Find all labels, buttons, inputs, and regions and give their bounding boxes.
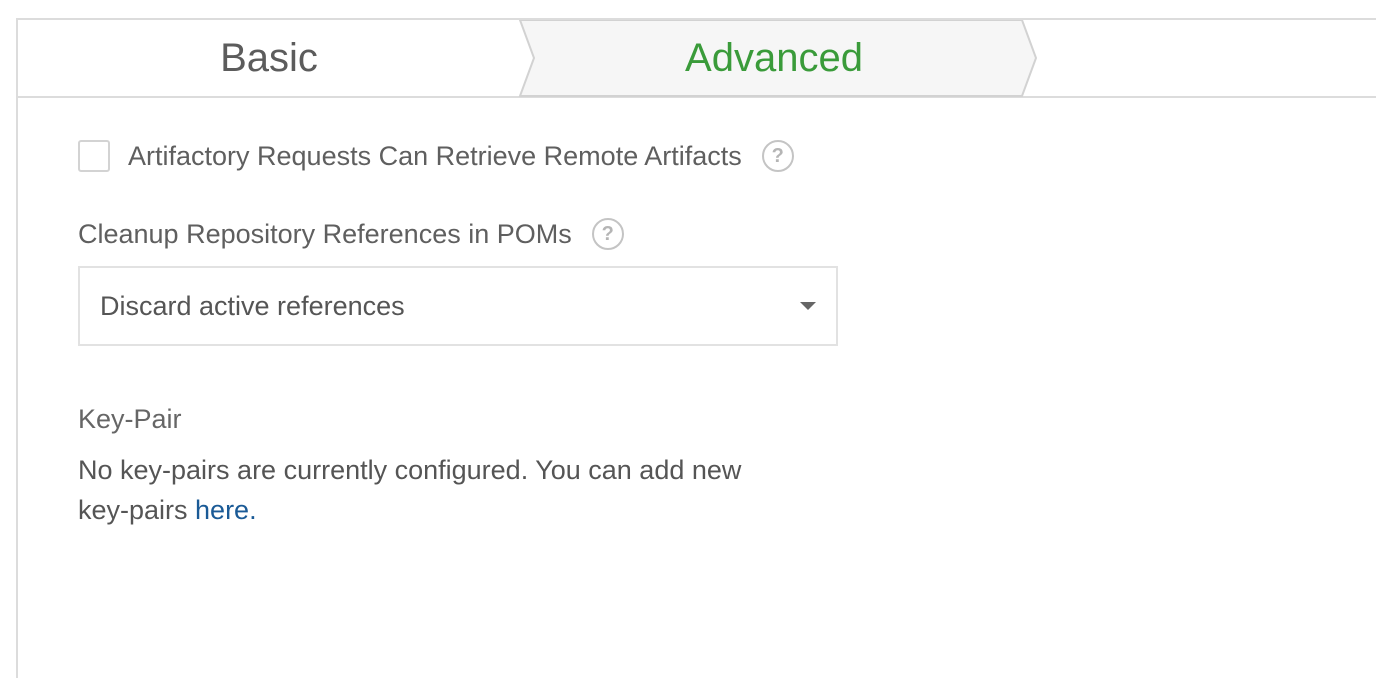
key-pair-heading: Key-Pair: [78, 404, 182, 434]
key-pair-message-line1: No key-pairs are currently configured. Y…: [78, 455, 742, 485]
cleanup-refs-select[interactable]: Discard active references: [78, 266, 838, 346]
repository-config-panel: Basic Advanced Artifactory Requests Can …: [16, 18, 1376, 678]
cleanup-refs-row: Cleanup Repository References in POMs ?: [78, 218, 624, 250]
remote-artifacts-label: Artifactory Requests Can Retrieve Remote…: [128, 140, 742, 171]
cleanup-refs-selected-value: Discard active references: [100, 290, 405, 321]
key-pair-message-line2: key-pairs here.: [78, 490, 838, 530]
remote-artifacts-help-icon[interactable]: ?: [761, 140, 794, 172]
key-pair-message: No key-pairs are currently configured. Y…: [78, 450, 838, 530]
cleanup-refs-label: Cleanup Repository References in POMs: [78, 218, 572, 249]
remote-artifacts-row: Artifactory Requests Can Retrieve Remote…: [78, 140, 794, 172]
tab-basic[interactable]: Basic: [18, 20, 520, 96]
add-key-pairs-link[interactable]: here.: [195, 495, 257, 525]
key-pair-message-prefix: key-pairs: [78, 495, 196, 525]
remote-artifacts-checkbox[interactable]: [78, 140, 110, 172]
tab-bar: Basic Advanced: [18, 20, 1376, 98]
tab-advanced[interactable]: Advanced: [522, 20, 1026, 96]
cleanup-refs-help-icon[interactable]: ?: [591, 218, 624, 250]
chevron-down-icon: [800, 302, 816, 310]
